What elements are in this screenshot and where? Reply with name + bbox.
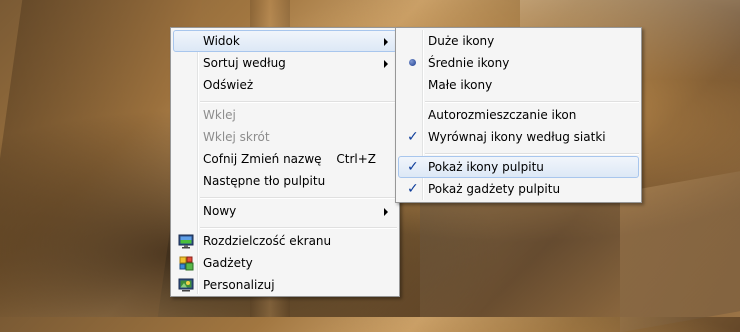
view-item-align-to-grid-label: Wyrównaj ikony według siatki: [428, 130, 606, 144]
menu-item-screen-resolution[interactable]: Rozdzielczość ekranu: [173, 230, 397, 252]
menu-item-personalize-label: Personalizuj: [203, 278, 275, 292]
submenu-arrow-icon: [384, 38, 388, 46]
view-item-show-desktop-gadgets[interactable]: ✓ Pokaż gadżety pulpitu: [398, 178, 639, 200]
menu-item-refresh-label: Odśwież: [203, 78, 254, 92]
view-item-auto-arrange-label: Autorozmieszczanie ikon: [428, 108, 577, 122]
view-item-show-desktop-gadgets-label: Pokaż gadżety pulpitu: [428, 182, 561, 196]
menu-item-sort-by-label: Sortuj według: [203, 56, 286, 70]
menu-item-next-background-label: Następne tło pulpitu: [203, 174, 326, 188]
view-item-auto-arrange[interactable]: Autorozmieszczanie ikon: [398, 104, 639, 126]
menu-item-view-label: Widok: [203, 34, 240, 48]
desktop-context-menu: Widok Sortuj według Odśwież Wklej Wklej …: [170, 27, 400, 297]
view-submenu: Duże ikony Średnie ikony Małe ikony Auto…: [395, 27, 642, 203]
view-item-medium-icons-label: Średnie ikony: [428, 56, 510, 70]
radio-bullet-icon: [409, 59, 416, 66]
menu-item-next-background[interactable]: Następne tło pulpitu: [173, 170, 397, 192]
menu-item-personalize[interactable]: Personalizuj: [173, 274, 397, 296]
menu-item-undo-shortcut: Ctrl+Z: [336, 152, 376, 166]
menu-separator: [200, 197, 397, 199]
view-item-small-icons[interactable]: Małe ikony: [398, 74, 639, 96]
view-item-small-icons-label: Małe ikony: [428, 78, 493, 92]
submenu-arrow-icon: [384, 208, 388, 216]
menu-item-view[interactable]: Widok: [173, 30, 397, 52]
menu-separator: [200, 227, 397, 229]
submenu-arrow-icon: [384, 60, 388, 68]
menu-item-paste[interactable]: Wklej: [173, 104, 397, 126]
menu-item-screen-resolution-label: Rozdzielczość ekranu: [203, 234, 332, 248]
menu-item-gadgets[interactable]: Gadżety: [173, 252, 397, 274]
menu-item-new-label: Nowy: [203, 204, 237, 218]
view-item-show-desktop-icons[interactable]: ✓ Pokaż ikony pulpitu: [398, 156, 639, 178]
view-item-large-icons-label: Duże ikony: [428, 34, 495, 48]
monitor-icon: [178, 234, 194, 249]
menu-item-undo-rename-label: Cofnij Zmień nazwę: [203, 152, 322, 166]
checkmark-icon: ✓: [407, 129, 419, 145]
menu-separator: [200, 101, 397, 103]
menu-item-refresh[interactable]: Odśwież: [173, 74, 397, 96]
view-item-align-to-grid[interactable]: ✓ Wyrównaj ikony według siatki: [398, 126, 639, 148]
menu-item-paste-label: Wklej: [203, 108, 236, 122]
personalize-icon: [178, 278, 194, 292]
menu-item-new[interactable]: Nowy: [173, 200, 397, 222]
view-item-large-icons[interactable]: Duże ikony: [398, 30, 639, 52]
menu-item-sort-by[interactable]: Sortuj według: [173, 52, 397, 74]
menu-item-gadgets-label: Gadżety: [203, 256, 253, 270]
menu-separator: [425, 101, 639, 103]
view-item-medium-icons[interactable]: Średnie ikony: [398, 52, 639, 74]
view-item-show-desktop-icons-label: Pokaż ikony pulpitu: [428, 160, 544, 174]
gadgets-icon: [179, 256, 194, 271]
menu-item-paste-shortcut-label: Wklej skrót: [203, 130, 270, 144]
menu-item-undo-rename[interactable]: Cofnij Zmień nazwę Ctrl+Z: [173, 148, 397, 170]
menu-item-paste-shortcut[interactable]: Wklej skrót: [173, 126, 397, 148]
checkmark-icon: ✓: [407, 159, 419, 175]
menu-separator: [425, 153, 639, 155]
checkmark-icon: ✓: [407, 181, 419, 197]
